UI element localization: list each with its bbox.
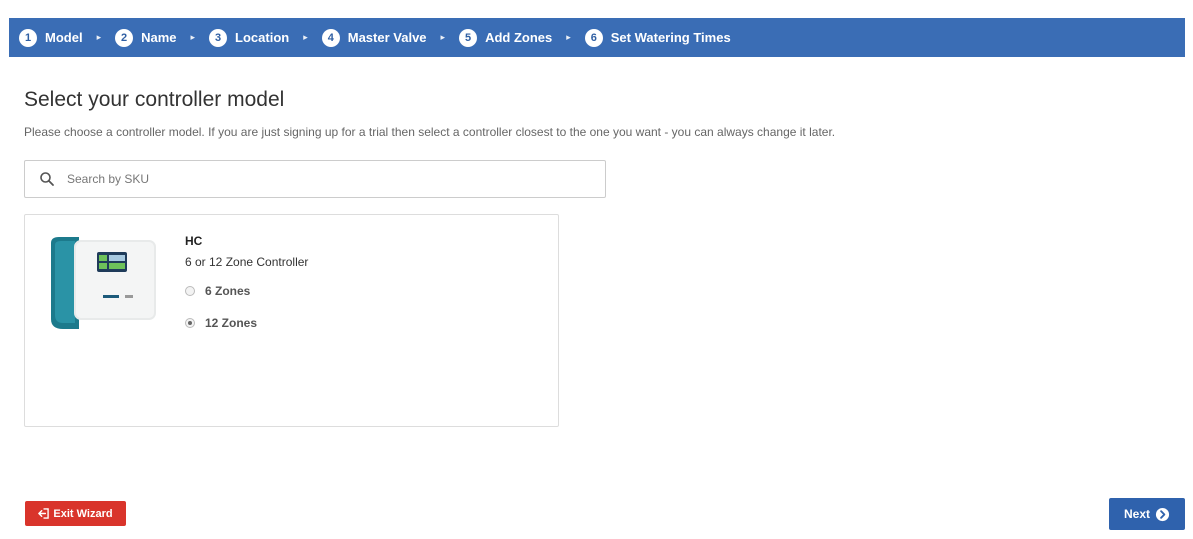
- step-separator-icon: ▸: [303, 32, 308, 42]
- radio-button[interactable]: [185, 286, 195, 296]
- radio-12-zones[interactable]: 12 Zones: [185, 316, 257, 330]
- radio-label: 12 Zones: [205, 316, 258, 330]
- exit-wizard-label: Exit Wizard: [53, 507, 113, 520]
- step-number: 6: [584, 28, 603, 47]
- step-label: Add Zones: [485, 30, 553, 45]
- model-name: HC: [185, 234, 203, 248]
- step-label: Name: [141, 30, 177, 45]
- search-input[interactable]: [67, 172, 567, 186]
- step-label: Set Watering Times: [610, 30, 731, 45]
- step-separator-icon: ▸: [566, 32, 571, 42]
- arrow-circle-right-icon: [1155, 507, 1170, 521]
- step-label: Model: [45, 30, 83, 45]
- radio-button-selected[interactable]: [185, 318, 195, 328]
- wizard-step-add-zones[interactable]: 5 Add Zones: [459, 28, 553, 47]
- search-icon: [40, 172, 54, 186]
- page-description: Please choose a controller model. If you…: [24, 125, 836, 139]
- next-label: Next: [1123, 507, 1150, 521]
- step-number: 3: [209, 28, 228, 47]
- model-subtitle: 6 or 12 Zone Controller: [185, 255, 309, 269]
- search-box[interactable]: [24, 160, 606, 198]
- wizard-steps-bar: 1 Model ▸ 2 Name ▸ 3 Location ▸ 4 Master…: [9, 18, 1185, 57]
- step-number: 2: [115, 28, 134, 47]
- controller-model-card[interactable]: HC 6 or 12 Zone Controller 6 Zones 12 Zo…: [24, 214, 559, 427]
- step-separator-icon: ▸: [190, 32, 196, 42]
- radio-6-zones[interactable]: 6 Zones: [185, 284, 250, 298]
- wizard-step-model[interactable]: 1 Model: [19, 28, 83, 47]
- step-number: 1: [19, 28, 37, 47]
- page-title: Select your controller model: [24, 88, 285, 111]
- wizard-step-master-valve[interactable]: 4 Master Valve: [321, 28, 427, 47]
- exit-icon: [38, 508, 50, 519]
- step-separator-icon: ▸: [440, 32, 446, 42]
- step-number: 5: [459, 28, 478, 47]
- step-label: Master Valve: [347, 30, 427, 45]
- step-label: Location: [235, 30, 290, 45]
- wizard-step-name[interactable]: 2 Name: [115, 28, 177, 47]
- exit-wizard-button[interactable]: Exit Wizard: [25, 501, 126, 526]
- next-button[interactable]: Next: [1109, 498, 1185, 530]
- controller-device-image: [51, 237, 156, 329]
- wizard-step-location[interactable]: 3 Location: [209, 28, 290, 47]
- step-separator-icon: ▸: [96, 32, 102, 42]
- step-number: 4: [321, 28, 340, 47]
- radio-label: 6 Zones: [205, 284, 251, 298]
- wizard-step-set-watering-times[interactable]: 6 Set Watering Times: [584, 28, 731, 47]
